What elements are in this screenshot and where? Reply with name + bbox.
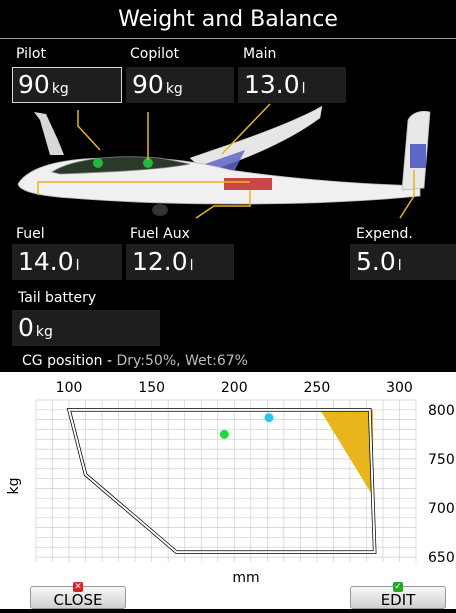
- fuel-aux-field[interactable]: 12.0 l: [126, 244, 234, 280]
- expend-value: 5.0: [356, 247, 396, 276]
- tail-battery-field[interactable]: 0 kg: [12, 310, 160, 346]
- main-field[interactable]: 13.0 l: [238, 67, 346, 103]
- pilot-connector: [77, 110, 101, 151]
- fuel-aux-value: 12.0: [132, 247, 188, 276]
- pilot-unit: kg: [51, 81, 69, 97]
- landing-gear: [152, 204, 168, 216]
- fuel-field[interactable]: 14.0 l: [12, 244, 122, 280]
- pilot-value: 90: [18, 70, 50, 99]
- fuel-aux-tank: [224, 178, 272, 190]
- edit-button-label: EDIT: [380, 591, 416, 609]
- fuel-label: Fuel: [16, 226, 45, 242]
- close-button-label: CLOSE: [53, 591, 103, 609]
- right-wing: [189, 105, 323, 173]
- copilot-unit: kg: [165, 81, 183, 97]
- main-unit: l: [301, 81, 306, 97]
- tail-battery-label: Tail battery: [18, 290, 97, 306]
- glider-illustration: [17, 103, 431, 219]
- y-axis-label: kg: [6, 478, 22, 495]
- close-button[interactable]: ✕ CLOSE: [30, 582, 126, 609]
- edit-badge-icon: ✓: [393, 582, 403, 592]
- y-tick-label: 650: [428, 550, 455, 566]
- expend-unit: l: [397, 258, 402, 274]
- cg-position-value: Dry:50%, Wet:67%: [116, 353, 248, 369]
- page-title: Weight and Balance: [0, 0, 456, 39]
- cg-point: [264, 413, 274, 423]
- cg-position-label: CG position -: [22, 353, 117, 369]
- cg-envelope-chart: 100 150 200 250 300 800 750 700 650 mm kg: [0, 372, 456, 609]
- expend-tank: [410, 144, 426, 168]
- x-tick-label: 250: [304, 380, 331, 396]
- x-tick-label: 150: [138, 380, 165, 396]
- y-tick-label: 700: [428, 501, 455, 517]
- copilot-value: 90: [132, 70, 164, 99]
- y-tick-label: 750: [428, 452, 455, 468]
- main-label: Main: [243, 46, 277, 62]
- x-tick-label: 100: [56, 380, 83, 396]
- fuel-value: 14.0: [18, 247, 74, 276]
- expend-field[interactable]: 5.0 l: [350, 244, 456, 280]
- pilot-figure: [93, 158, 103, 168]
- copilot-label: Copilot: [130, 46, 180, 62]
- fuel-aux-unit: l: [189, 258, 194, 274]
- fuel-aux-label: Fuel Aux: [130, 226, 190, 242]
- y-tick-label: 800: [428, 403, 455, 419]
- copilot-field[interactable]: 90 kg: [126, 67, 234, 103]
- x-axis-label: mm: [232, 570, 259, 586]
- x-tick-label: 200: [221, 380, 248, 396]
- close-badge-icon: ✕: [73, 582, 83, 592]
- main-value: 13.0: [244, 70, 300, 99]
- cg-point: [219, 429, 229, 439]
- cg-position: CG position - Dry:50%, Wet:67%: [0, 350, 456, 372]
- fuel-unit: l: [75, 258, 80, 274]
- pilot-field[interactable]: 90 kg: [12, 67, 122, 103]
- left-wing: [34, 112, 64, 155]
- edit-button[interactable]: ✓ EDIT: [350, 582, 446, 609]
- expend-label: Expend.: [356, 226, 413, 242]
- tail-battery-unit: kg: [35, 324, 53, 340]
- pilot-label: Pilot: [16, 46, 46, 62]
- x-tick-label: 300: [386, 380, 413, 396]
- tail-battery-value: 0: [18, 313, 34, 342]
